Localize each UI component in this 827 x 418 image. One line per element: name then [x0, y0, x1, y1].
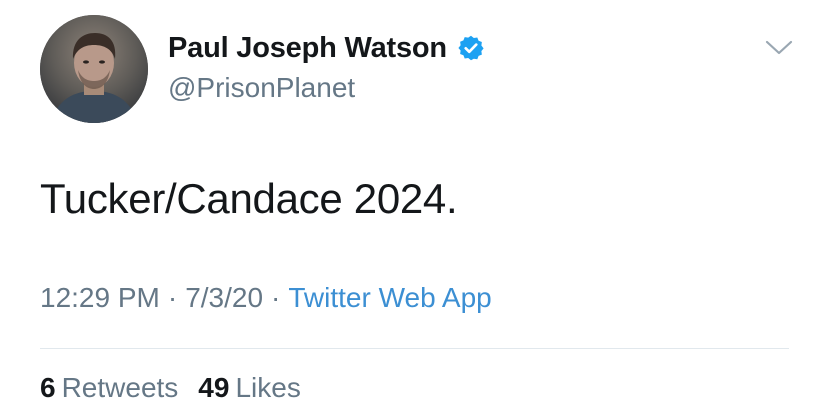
name-row: Paul Joseph Watson: [168, 28, 485, 68]
author-handle[interactable]: @PrisonPlanet: [168, 72, 485, 104]
retweets-stat[interactable]: 6 Retweets: [40, 372, 178, 403]
likes-count: 49: [198, 372, 230, 403]
verified-badge-icon: [457, 34, 485, 62]
retweets-label: Retweets: [61, 372, 179, 403]
meta-separator: ·: [271, 282, 281, 313]
meta-separator: ·: [167, 282, 178, 313]
divider: [40, 348, 789, 349]
likes-stat[interactable]: 49 Likes: [198, 372, 301, 403]
tweet-source-link[interactable]: Twitter Web App: [288, 282, 491, 313]
tweet-header: Paul Joseph Watson @PrisonPlanet: [168, 28, 485, 104]
retweets-count: 6: [40, 372, 56, 403]
avatar-photo: [40, 15, 148, 123]
tweet-meta: 12:29 PM · 7/3/20 · Twitter Web App: [40, 282, 492, 314]
avatar[interactable]: [40, 15, 148, 123]
likes-label: Likes: [235, 372, 301, 403]
tweet-stats: 6 Retweets 49 Likes: [40, 372, 301, 404]
tweet-card: Paul Joseph Watson @PrisonPlanet Tucker/…: [0, 0, 827, 418]
chevron-down-icon[interactable]: [764, 38, 794, 58]
tweet-text: Tucker/Candace 2024.: [40, 175, 458, 222]
author-display-name[interactable]: Paul Joseph Watson: [168, 32, 447, 65]
tweet-time[interactable]: 12:29 PM: [40, 282, 160, 313]
tweet-date[interactable]: 7/3/20: [185, 282, 263, 313]
